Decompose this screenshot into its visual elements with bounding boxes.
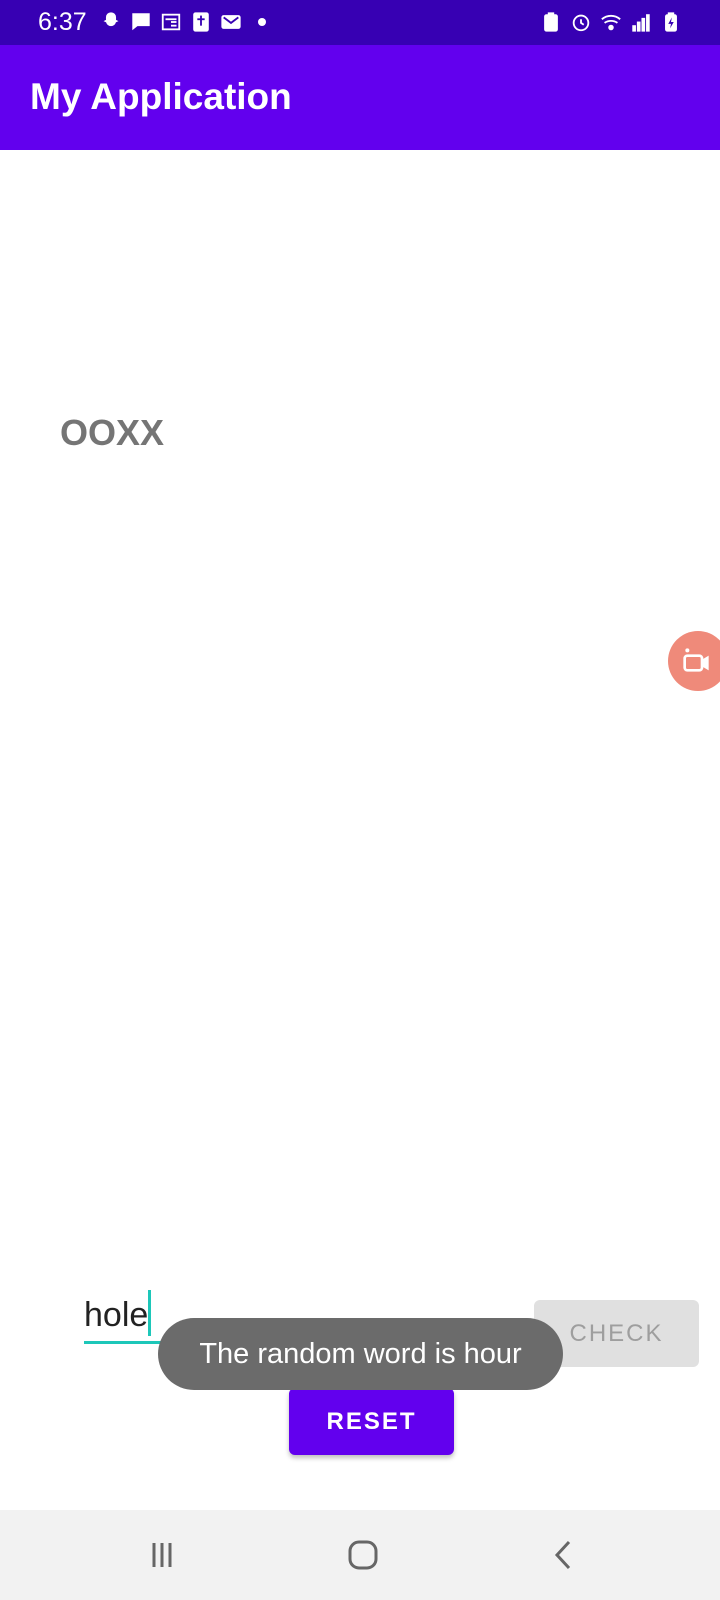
recent-apps-button[interactable]	[132, 1530, 192, 1580]
recent-apps-icon	[152, 1543, 172, 1567]
reset-button[interactable]: RESET	[289, 1388, 454, 1455]
signal-icon	[630, 11, 652, 33]
navigation-bar	[0, 1510, 720, 1600]
back-icon	[554, 1540, 571, 1570]
masked-word: OOXX	[60, 412, 165, 453]
bible-icon	[190, 11, 212, 33]
chat-icon	[130, 11, 152, 33]
battery-charging-icon	[660, 11, 682, 33]
home-icon	[348, 1540, 378, 1570]
status-time: 6:37	[38, 8, 87, 36]
toast-message: The random word is hour	[158, 1318, 563, 1390]
wifi-icon	[600, 11, 622, 33]
snapchat-icon	[100, 11, 122, 33]
notification-icons	[100, 10, 266, 34]
app-title: My Application	[30, 76, 292, 117]
back-button[interactable]	[534, 1530, 594, 1580]
news-icon	[160, 11, 182, 33]
battery-saver-icon	[540, 11, 562, 33]
text-cursor	[148, 1290, 151, 1336]
screen-recorder-icon	[683, 648, 709, 672]
alarm-icon	[570, 11, 592, 33]
home-button[interactable]	[333, 1530, 393, 1580]
notification-dot	[258, 18, 266, 26]
screen-recorder-button[interactable]	[668, 631, 720, 691]
system-icons	[540, 10, 682, 34]
outlook-icon	[220, 11, 242, 33]
app-bar: My Application	[0, 45, 720, 150]
status-bar: 6:37	[0, 0, 720, 45]
